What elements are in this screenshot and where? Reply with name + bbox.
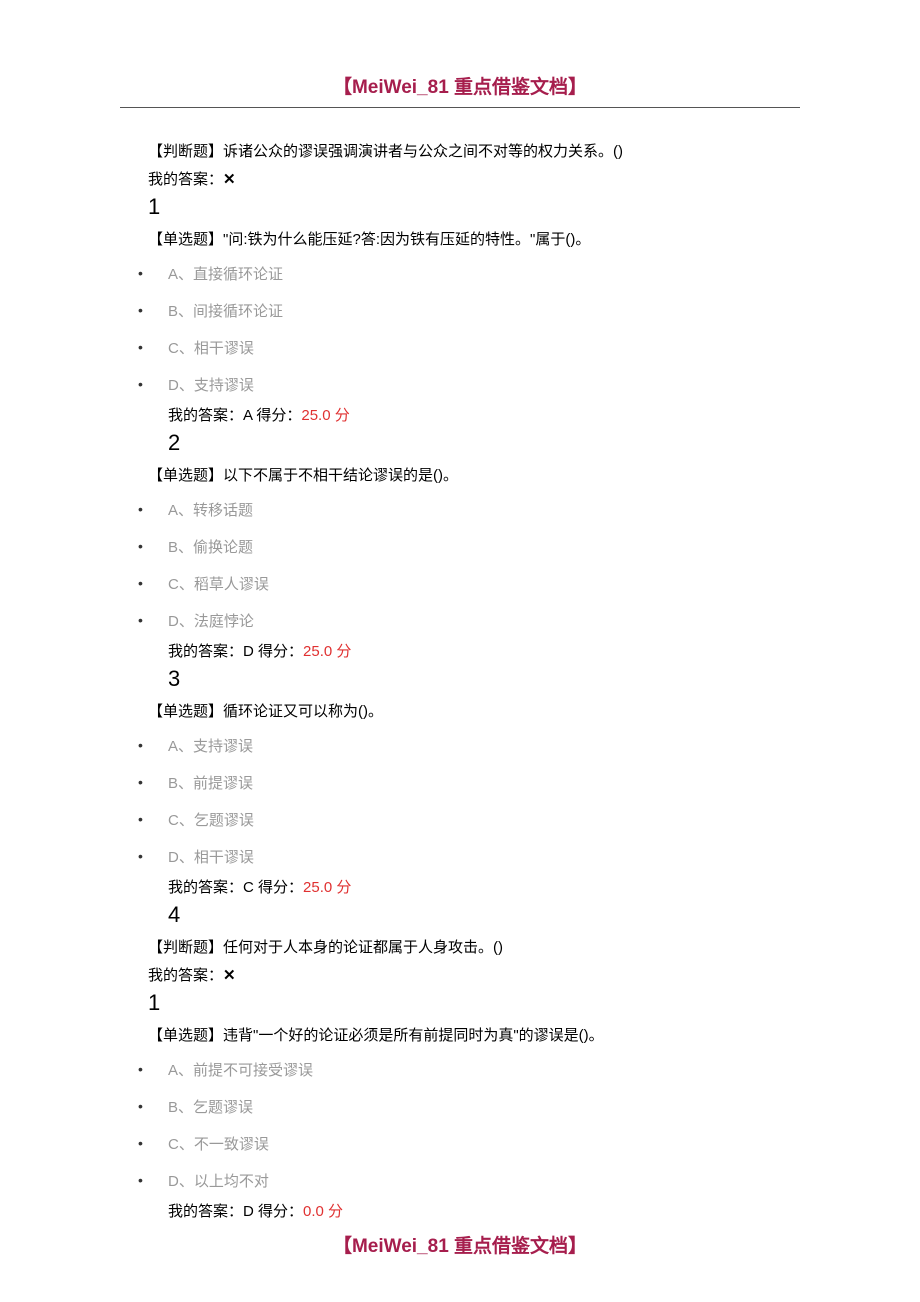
question-block-1: 【单选题】"问:铁为什么能压延?答:因为铁有压延的特性。"属于()。 [120,228,800,252]
option-text: B、偷换论题 [168,539,253,556]
answer-prefix: 我的答案：A 得分： [168,407,301,424]
option-text: B、间接循环论证 [168,303,283,320]
question-type-label: 【单选题】 [148,1027,223,1044]
question-type-label: 【单选题】 [148,231,223,248]
option-d: D、支持谬误 [120,367,800,404]
answer-line: 我的答案：D 得分：25.0 分 [168,640,800,664]
option-b: B、间接循环论证 [120,293,800,330]
options-list-1: A、直接循环论证 B、间接循环论证 C、相干谬误 D、支持谬误 [120,256,800,404]
option-a: A、前提不可接受谬误 [120,1052,800,1089]
question-body: 以下不属于不相干结论谬误的是()。 [223,467,458,484]
question-number: 4 [168,902,800,928]
answer-prefix: 我的答案：D 得分： [168,643,303,660]
question-type-label: 【单选题】 [148,467,223,484]
answer-line: 我的答案：A 得分：25.0 分 [168,404,800,428]
option-text: A、支持谬误 [168,738,253,755]
score-value: 25.0 分 [303,879,351,896]
question-text: 【判断题】任何对于人本身的论证都属于人身攻击。() [148,936,800,960]
option-c: C、不一致谬误 [120,1126,800,1163]
question-type-label: 【单选题】 [148,703,223,720]
question-text: 【判断题】诉诸公众的谬误强调演讲者与公众之间不对等的权力关系。() [148,140,800,164]
question-block-5: 【单选题】违背"一个好的论证必须是所有前提同时为真"的谬误是()。 [120,1024,800,1048]
options-list-3: A、支持谬误 B、前提谬误 C、乞题谬误 D、相干谬误 [120,728,800,876]
document-content: 【判断题】诉诸公众的谬误强调演讲者与公众之间不对等的权力关系。() 我的答案：✕… [0,116,920,1224]
option-text: B、前提谬误 [168,775,253,792]
option-d: D、以上均不对 [120,1163,800,1200]
option-text: A、直接循环论证 [168,266,283,283]
question-body: "问:铁为什么能压延?答:因为铁有压延的特性。"属于()。 [223,231,590,248]
wrong-icon: ✕ [223,967,236,984]
score-value: 0.0 分 [303,1203,343,1220]
options-list-2: A、转移话题 B、偷换论题 C、稻草人谬误 D、法庭悖论 [120,492,800,640]
question-text: 【单选题】循环论证又可以称为()。 [148,700,800,724]
option-c: C、乞题谬误 [120,802,800,839]
header-underline [120,107,800,108]
question-type-label: 【判断题】 [148,939,223,956]
my-answer-line: 我的答案：✕ [148,168,800,192]
question-number: 1 [148,194,800,220]
option-text: A、转移话题 [168,502,253,519]
question-text: 【单选题】违背"一个好的论证必须是所有前提同时为真"的谬误是()。 [148,1024,800,1048]
question-number: 3 [168,666,800,692]
question-text: 【单选题】以下不属于不相干结论谬误的是()。 [148,464,800,488]
option-text: C、稻草人谬误 [168,576,269,593]
option-d: D、相干谬误 [120,839,800,876]
option-text: C、乞题谬误 [168,812,254,829]
answer-prefix: 我的答案：D 得分： [168,1203,303,1220]
header-title: 【MeiWei_81 重点借鉴文档】 [333,72,587,99]
option-a: A、直接循环论证 [120,256,800,293]
option-c: C、相干谬误 [120,330,800,367]
option-b: B、乞题谬误 [120,1089,800,1126]
option-text: D、相干谬误 [168,849,254,866]
my-answer-line: 我的答案：✕ [148,964,800,988]
wrong-icon: ✕ [223,171,236,188]
question-type-label: 【判断题】 [148,143,223,160]
question-body: 违背"一个好的论证必须是所有前提同时为真"的谬误是()。 [223,1027,604,1044]
page-footer: 【MeiWei_81 重点借鉴文档】 [0,1231,920,1258]
option-text: D、支持谬误 [168,377,254,394]
score-value: 25.0 分 [301,407,349,424]
my-answer-label: 我的答案： [148,967,223,984]
option-text: A、前提不可接受谬误 [168,1062,313,1079]
option-c: C、稻草人谬误 [120,566,800,603]
my-answer-label: 我的答案： [148,171,223,188]
question-text: 【单选题】"问:铁为什么能压延?答:因为铁有压延的特性。"属于()。 [148,228,800,252]
option-d: D、法庭悖论 [120,603,800,640]
option-text: C、不一致谬误 [168,1136,269,1153]
question-block-2: 【单选题】以下不属于不相干结论谬误的是()。 [120,464,800,488]
question-body: 任何对于人本身的论证都属于人身攻击。() [223,939,503,956]
question-block-3: 【单选题】循环论证又可以称为()。 [120,700,800,724]
option-b: B、偷换论题 [120,529,800,566]
question-block-4: 【判断题】任何对于人本身的论证都属于人身攻击。() 我的答案：✕ 1 [120,936,800,1016]
footer-title: 【MeiWei_81 重点借鉴文档】 [333,1236,587,1257]
option-a: A、转移话题 [120,492,800,529]
option-b: B、前提谬误 [120,765,800,802]
options-list-5: A、前提不可接受谬误 B、乞题谬误 C、不一致谬误 D、以上均不对 [120,1052,800,1200]
option-text: B、乞题谬误 [168,1099,253,1116]
question-number: 1 [148,990,800,1016]
score-value: 25.0 分 [303,643,351,660]
question-number: 2 [168,430,800,456]
option-text: C、相干谬误 [168,340,254,357]
question-block-0: 【判断题】诉诸公众的谬误强调演讲者与公众之间不对等的权力关系。() 我的答案：✕… [120,140,800,220]
answer-line: 我的答案：D 得分：0.0 分 [168,1200,800,1224]
page-header: 【MeiWei_81 重点借鉴文档】 [0,0,920,116]
option-text: D、法庭悖论 [168,613,254,630]
answer-prefix: 我的答案：C 得分： [168,879,303,896]
option-a: A、支持谬误 [120,728,800,765]
question-body: 循环论证又可以称为()。 [223,703,383,720]
answer-line: 我的答案：C 得分：25.0 分 [168,876,800,900]
option-text: D、以上均不对 [168,1173,269,1190]
question-body: 诉诸公众的谬误强调演讲者与公众之间不对等的权力关系。() [223,143,623,160]
